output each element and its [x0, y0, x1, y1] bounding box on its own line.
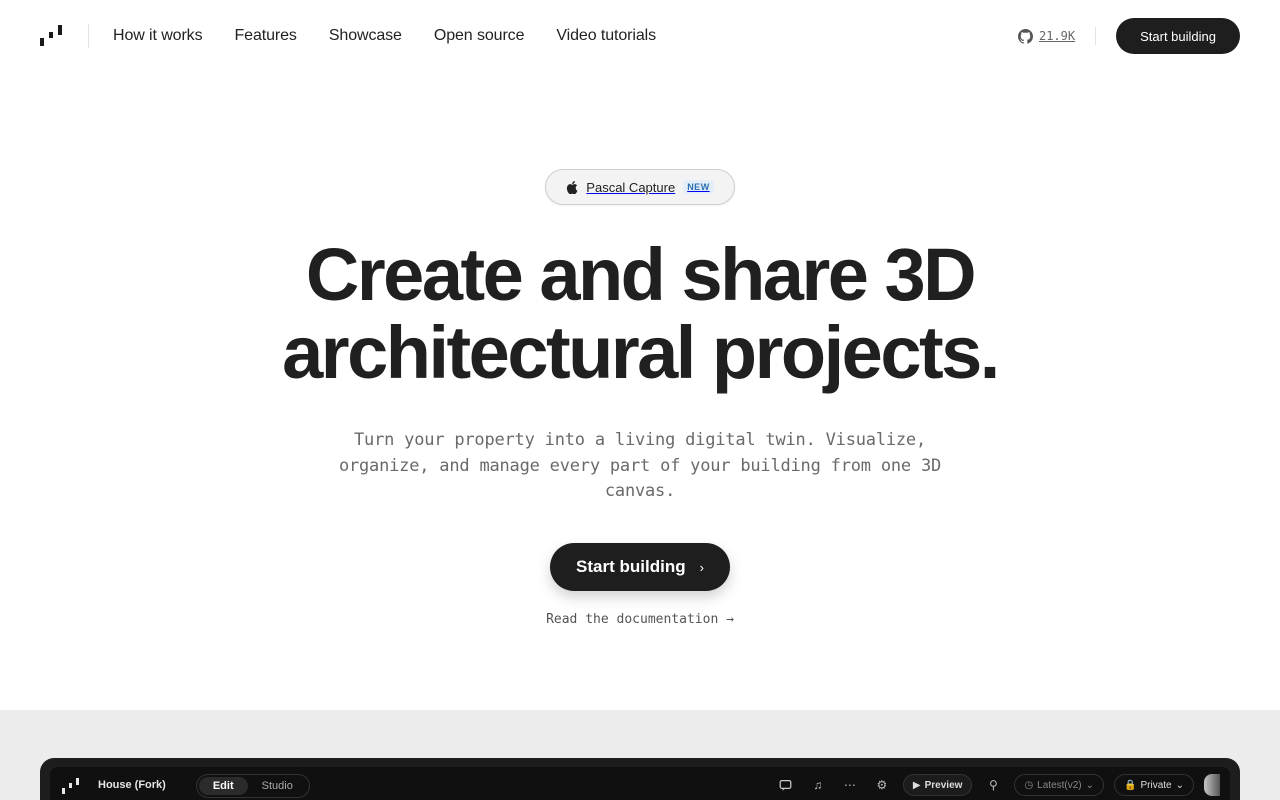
version-label: Latest(v2): [1037, 779, 1082, 791]
github-star-count: 21.9K: [1038, 29, 1076, 43]
chevron-down-icon: ⌄: [1085, 779, 1095, 791]
header-actions: 21.9K Start building: [1017, 18, 1240, 54]
logo-icon[interactable]: [40, 24, 64, 48]
chevron-right-icon: ›: [699, 559, 704, 575]
lock-icon: 🔒: [1124, 779, 1137, 791]
chevron-down-icon: ⌄: [1175, 779, 1184, 791]
mode-edit-tab[interactable]: Edit: [198, 777, 248, 795]
github-link[interactable]: 21.9K: [1017, 28, 1076, 44]
nav-showcase[interactable]: Showcase: [329, 27, 402, 45]
app-logo-icon: [62, 777, 80, 795]
mode-toggle: Edit Studio: [195, 774, 310, 798]
read-documentation-link[interactable]: Read the documentation →: [0, 612, 1280, 627]
hero-cta-label: Start building: [576, 557, 686, 576]
pascal-capture-pill[interactable]: Pascal Capture NEW: [545, 169, 735, 205]
version-select[interactable]: ◷ Latest(v2) ⌄: [1014, 774, 1105, 796]
app-toolbar-actions: ♫ ⋯ ⚙ ▶ Preview ⚲ ◷ Latest(v2) ⌄ 🔒 Priva…: [775, 774, 1220, 796]
mode-studio-tab[interactable]: Studio: [248, 777, 307, 795]
nav-open-source[interactable]: Open source: [434, 27, 525, 45]
comment-icon[interactable]: [775, 774, 797, 796]
settings-icon[interactable]: ⚙: [871, 774, 893, 796]
hero-title-line-2: architectural projects.: [282, 311, 1000, 394]
header-start-building-button[interactable]: Start building: [1116, 18, 1240, 54]
hero-title: Create and share 3D architectural projec…: [0, 236, 1280, 392]
play-icon: ▶: [912, 779, 921, 791]
header-divider-right: [1095, 27, 1097, 45]
pill-label: Pascal Capture: [586, 179, 676, 195]
hero-subtitle: Turn your property into a living digital…: [338, 430, 942, 501]
new-badge: NEW: [683, 180, 714, 194]
header-divider: [88, 24, 89, 48]
nav-video-tutorials[interactable]: Video tutorials: [556, 27, 656, 45]
hero-title-line-1: Create and share 3D: [305, 233, 977, 316]
site-header: How it works Features Showcase Open sour…: [0, 0, 1280, 72]
music-icon[interactable]: ♫: [807, 774, 829, 796]
hero-start-building-button[interactable]: Start building ›: [550, 543, 730, 591]
app-toolbar: House (Fork) Edit Studio ♫ ⋯ ⚙ ▶ Preview…: [50, 767, 1230, 800]
project-name[interactable]: House (Fork): [98, 779, 166, 791]
clock-icon: ◷: [1024, 779, 1034, 791]
avatar[interactable]: [1204, 774, 1220, 796]
preview-button[interactable]: ▶ Preview: [902, 774, 973, 796]
nav-how-it-works[interactable]: How it works: [113, 27, 203, 45]
more-icon[interactable]: ⋯: [839, 774, 861, 796]
nav-features[interactable]: Features: [234, 27, 296, 45]
app-preview-frame: House (Fork) Edit Studio ♫ ⋯ ⚙ ▶ Preview…: [40, 758, 1240, 800]
tools-icon[interactable]: ⚲: [982, 774, 1004, 796]
visibility-select[interactable]: 🔒 Private ⌄: [1114, 774, 1194, 796]
apple-icon: [567, 180, 578, 194]
main-nav: How it works Features Showcase Open sour…: [113, 27, 656, 45]
visibility-label: Private: [1140, 779, 1172, 791]
preview-label: Preview: [924, 779, 963, 791]
github-icon: [1017, 28, 1033, 44]
